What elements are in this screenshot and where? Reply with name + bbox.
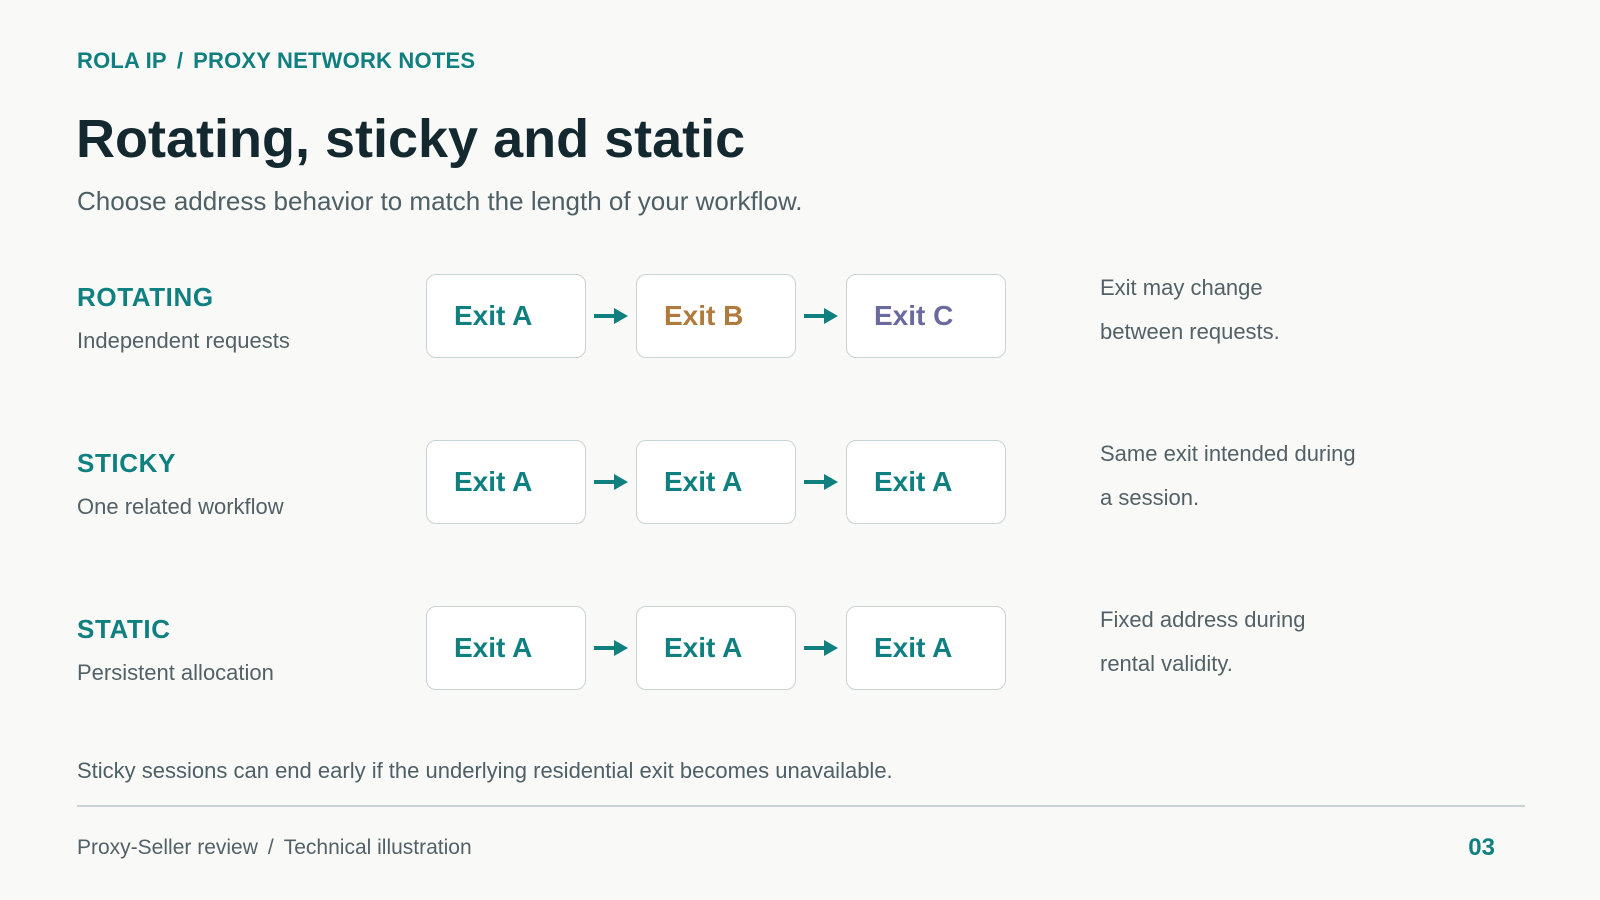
footer-source: Proxy-Seller review / Technical illustrati… <box>77 836 472 860</box>
row-label: ROTATING <box>77 282 214 312</box>
divider <box>77 805 1525 807</box>
breadcrumb-separator: / <box>176 48 184 73</box>
row-label: STATIC <box>77 614 171 644</box>
arrow-right-icon <box>804 308 838 324</box>
page-number: 03 <box>1468 834 1495 861</box>
row-note: Same exit intended during a session. <box>1100 432 1460 520</box>
breadcrumb-section: PROXY NETWORK NOTES <box>193 48 476 73</box>
row-static: STATIC Persistent allocation Exit A Exit… <box>0 606 1600 690</box>
row-note-line: Fixed address during <box>1100 607 1306 632</box>
exit-box: Exit A <box>846 440 1006 524</box>
row-subtitle: One related workflow <box>77 494 284 519</box>
row-note-line: between requests. <box>1100 319 1280 344</box>
row-rotating: ROTATING Independent requests Exit A Exi… <box>0 274 1600 358</box>
arrow-right-icon <box>594 308 628 324</box>
footer-separator: / <box>267 836 274 859</box>
exit-box: Exit A <box>636 606 796 690</box>
row-note-line: a session. <box>1100 485 1200 510</box>
breadcrumb: ROLA IP / PROXY NETWORK NOTES <box>77 48 475 74</box>
exit-box: Exit A <box>636 440 796 524</box>
exit-box: Exit B <box>636 274 796 358</box>
page-subtitle: Choose address behavior to match the len… <box>77 186 803 216</box>
row-label: STICKY <box>77 448 176 478</box>
footer-kind: Technical illustration <box>283 836 472 859</box>
exit-box: Exit A <box>426 440 586 524</box>
exit-box: Exit A <box>426 606 586 690</box>
row-subtitle: Persistent allocation <box>77 660 274 685</box>
breadcrumb-brand: ROLA IP <box>77 48 167 73</box>
page-title: Rotating, sticky and static <box>76 109 746 169</box>
exit-box: Exit A <box>426 274 586 358</box>
exit-box: Exit C <box>846 274 1006 358</box>
arrow-right-icon <box>804 474 838 490</box>
footnote: Sticky sessions can end early if the und… <box>77 758 893 783</box>
arrow-right-icon <box>594 640 628 656</box>
row-note: Exit may change between requests. <box>1100 266 1460 354</box>
row-note: Fixed address during rental validity. <box>1100 598 1460 686</box>
footer-source-name: Proxy-Seller review <box>77 836 258 859</box>
row-sticky: STICKY One related workflow Exit A Exit … <box>0 440 1600 524</box>
exit-box: Exit A <box>846 606 1006 690</box>
arrow-right-icon <box>594 474 628 490</box>
row-subtitle: Independent requests <box>77 328 290 353</box>
arrow-right-icon <box>804 640 838 656</box>
row-note-line: rental validity. <box>1100 651 1233 676</box>
row-note-line: Exit may change <box>1100 275 1263 300</box>
row-note-line: Same exit intended during <box>1100 441 1356 466</box>
